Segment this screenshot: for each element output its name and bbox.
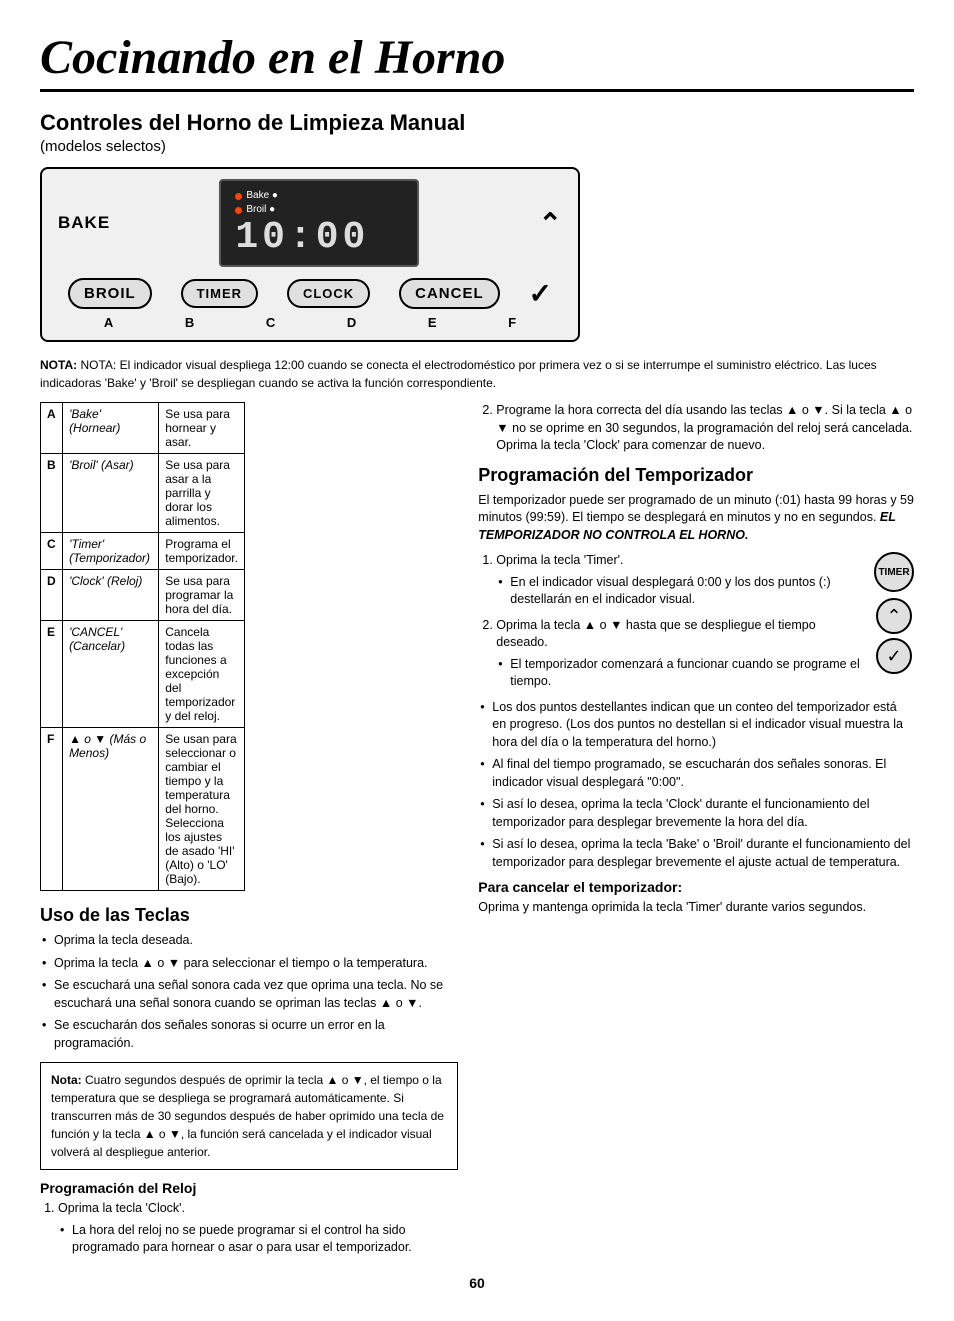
list-item: Oprima la tecla ▲ o ▼ para seleccionar e… xyxy=(40,955,458,973)
prog-temp-intro: El temporizador puede ser programado de … xyxy=(478,492,914,545)
prog-reloj-step2-list: Programe la hora correcta del día usando… xyxy=(478,402,914,455)
letter-d: D xyxy=(347,315,356,330)
bake-label: BAKE xyxy=(58,213,110,233)
table-cell-letter: B xyxy=(41,454,63,533)
uso-bullet-list: Oprima la tecla deseada. Oprima la tecla … xyxy=(40,932,458,1052)
nota-text: NOTA: El indicador visual despliega 12:0… xyxy=(40,358,877,390)
timer-button-area: TIMER xyxy=(181,279,258,308)
list-item: Oprima la tecla deseada. xyxy=(40,932,458,950)
letter-e: E xyxy=(428,315,437,330)
prog-temp-extra-4: Si así lo desea, oprima la tecla 'Bake' … xyxy=(478,836,914,871)
table-cell-letter: C xyxy=(41,533,63,570)
table-row: E 'CANCEL' (Cancelar) Cancela todas las … xyxy=(41,621,245,728)
prog-reloj-list: Oprima la tecla 'Clock'. La hora del rel… xyxy=(40,1200,458,1257)
table-cell-desc: Se usan para seleccionar o cambiar el ti… xyxy=(159,728,245,891)
nota-label: NOTA: xyxy=(40,358,77,372)
oven-display: Bake ● Broil ● 10:00 xyxy=(219,179,419,267)
prog-reloj-sub-bullet: La hora del reloj no se puede programar … xyxy=(58,1222,458,1257)
up-arrow-button[interactable]: ⌃ xyxy=(539,207,562,240)
section1-subheading: (modelos selectos) xyxy=(40,138,914,155)
prog-temp-extra-2: Al final del tiempo programado, se escuc… xyxy=(478,756,914,791)
bake-indicator-dot xyxy=(235,193,242,200)
table-cell-desc: Se usa para asar a la parrilla y dorar l… xyxy=(159,454,245,533)
down-arrow-button[interactable]: ✓ xyxy=(529,277,552,310)
down-arrow-icon[interactable]: ✓ xyxy=(876,638,912,674)
oven-panel: BAKE Bake ● Broil ● 10:00 ⌃ xyxy=(40,167,580,342)
table-cell-name: 'Clock' (Reloj) xyxy=(63,570,159,621)
prog-temp-extra-1: Los dos puntos destellantes indican que … xyxy=(478,699,914,752)
timer-icon-button[interactable]: TIMER xyxy=(874,552,914,592)
list-item: Se escuchará una señal sonora cada vez q… xyxy=(40,977,458,1012)
prog-reloj-heading: Programación del Reloj xyxy=(40,1180,458,1196)
prog-temp-bullet2: El temporizador comenzará a funcionar cu… xyxy=(496,656,864,691)
letter-b: B xyxy=(185,315,194,330)
table-cell-desc: Se usa para programar la hora del día. xyxy=(159,570,245,621)
table-row: A 'Bake' (Hornear) Se usa para hornear y… xyxy=(41,403,245,454)
prog-temp-bullet1: En el indicador visual desplegará 0:00 y… xyxy=(496,574,864,609)
clock-button[interactable]: CLOCK xyxy=(287,279,370,308)
table-row: B 'Broil' (Asar) Se usa para asar a la p… xyxy=(41,454,245,533)
cancel-button[interactable]: CANCEL xyxy=(399,278,500,309)
note-box-text: Cuatro segundos después de oprimir la te… xyxy=(51,1073,444,1159)
feature-table: A 'Bake' (Hornear) Se usa para hornear y… xyxy=(40,402,245,891)
table-cell-name: 'Broil' (Asar) xyxy=(63,454,159,533)
no-controla-label: EL TEMPORIZADOR NO CONTROLA EL HORNO. xyxy=(478,510,895,542)
table-cell-letter: D xyxy=(41,570,63,621)
up-arrow-icon[interactable]: ⌃ xyxy=(876,598,912,634)
note-box: Nota: Cuatro segundos después de oprimir… xyxy=(40,1062,458,1170)
broil-button-area: BROIL xyxy=(68,278,152,309)
prog-temp-steps: Oprima la tecla 'Timer'. En el indicador… xyxy=(478,552,864,691)
prog-temp-extra-bullets: Los dos puntos destellantes indican que … xyxy=(478,699,914,872)
table-cell-desc: Cancela todas las funciones a excepción … xyxy=(159,621,245,728)
table-cell-name: 'CANCEL' (Cancelar) xyxy=(63,621,159,728)
table-cell-desc: Se usa para hornear y asar. xyxy=(159,403,245,454)
cancelar-text: Oprima y mantenga oprimida la tecla 'Tim… xyxy=(478,899,914,917)
timer-icon-area: TIMER ⌃ ✓ xyxy=(874,552,914,678)
table-cell-letter: A xyxy=(41,403,63,454)
table-cell-letter: F xyxy=(41,728,63,891)
cancelar-heading: Para cancelar el temporizador: xyxy=(478,879,914,895)
prog-temp-heading: Programación del Temporizador xyxy=(478,465,914,486)
letter-c: C xyxy=(266,315,275,330)
panel-letters-row: A B C D E F xyxy=(58,315,562,330)
time-display: 10:00 xyxy=(235,219,369,257)
broil-button[interactable]: BROIL xyxy=(68,278,152,309)
prog-reloj-step2: Programe la hora correcta del día usando… xyxy=(496,402,914,455)
table-cell-name: 'Bake' (Hornear) xyxy=(63,403,159,454)
uso-heading: Uso de las Teclas xyxy=(40,905,458,926)
broil-indicator-label: Broil ● xyxy=(246,203,275,217)
prog-reloj-step1: Oprima la tecla 'Clock'. La hora del rel… xyxy=(58,1200,458,1257)
table-row: D 'Clock' (Reloj) Se usa para programar … xyxy=(41,570,245,621)
letter-a: A xyxy=(104,315,113,330)
page-title: Cocinando en el Horno xyxy=(40,30,914,92)
table-row: F ▲ o ▼ (Más o Menos) Se usan para selec… xyxy=(41,728,245,891)
cancel-button-area: CANCEL xyxy=(399,278,500,309)
note-box-label: Nota: xyxy=(51,1073,82,1087)
timer-button[interactable]: TIMER xyxy=(181,279,258,308)
table-cell-name: ▲ o ▼ (Más o Menos) xyxy=(63,728,159,891)
table-cell-name: 'Timer' (Temporizador) xyxy=(63,533,159,570)
table-cell-letter: E xyxy=(41,621,63,728)
list-item: Se escucharán dos señales sonoras si ocu… xyxy=(40,1017,458,1052)
table-row: C 'Timer' (Temporizador) Programa el tem… xyxy=(41,533,245,570)
page-number: 60 xyxy=(40,1275,914,1291)
section1-heading: Controles del Horno de Limpieza Manual xyxy=(40,110,914,136)
clock-button-area: CLOCK xyxy=(287,279,370,308)
letter-f: F xyxy=(508,315,516,330)
bake-indicator-label: Bake ● xyxy=(246,189,278,203)
prog-temp-extra-3: Si así lo desea, oprima la tecla 'Clock'… xyxy=(478,796,914,831)
main-note: NOTA: NOTA: El indicador visual desplieg… xyxy=(40,356,914,392)
prog-temp-step1: Oprima la tecla 'Timer'. En el indicador… xyxy=(496,552,864,609)
table-cell-desc: Programa el temporizador. xyxy=(159,533,245,570)
prog-temp-step2: Oprima la tecla ▲ o ▼ hasta que se despl… xyxy=(496,617,864,691)
broil-indicator-dot xyxy=(235,207,242,214)
